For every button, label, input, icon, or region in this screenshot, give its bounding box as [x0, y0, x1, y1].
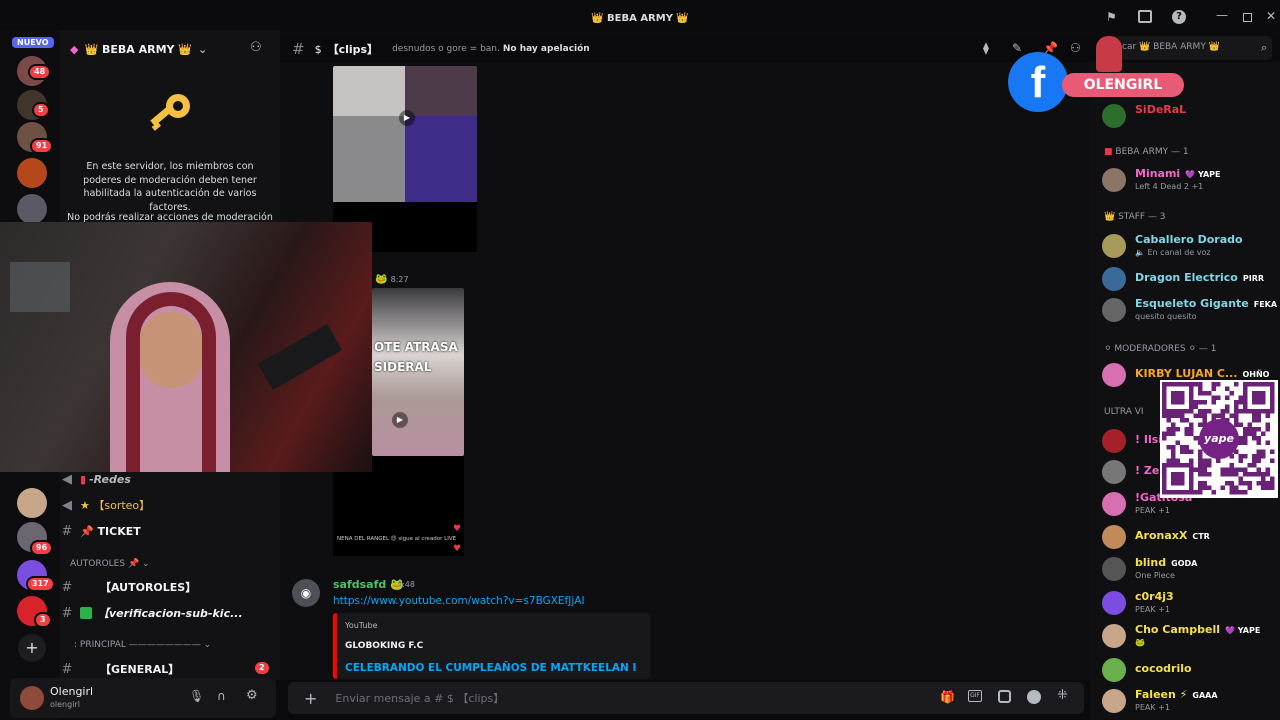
inbox-icon[interactable]: ⚑	[1106, 10, 1117, 24]
maximize-button[interactable]	[1243, 13, 1252, 22]
user-panel	[10, 678, 276, 718]
channel-name: 【clips】	[327, 43, 379, 56]
message-input[interactable]: + Enviar mensaje a # $ 【clips】	[288, 682, 1084, 714]
member-item[interactable]: blind GODA One Piece	[1102, 554, 1280, 584]
emoji-icon[interactable]	[1027, 690, 1041, 704]
member-item[interactable]: c0r4j3 PEAK +1	[1102, 588, 1280, 618]
channel-ticket[interactable]: # 📌 TICKET	[60, 520, 280, 542]
embed-title[interactable]: CELEBRANDO EL CUMPLEAÑOS DE MATTKEELAN I	[345, 662, 636, 674]
headphones-icon[interactable]: ∩	[217, 689, 226, 703]
threads-icon[interactable]: ⧫	[983, 41, 989, 55]
member-list-icon[interactable]: ⚇	[1070, 41, 1081, 55]
role-group-header: 👑 STAFF — 3	[1104, 212, 1166, 222]
server-header[interactable]: ◆ 👑 BEBA ARMY 👑 ⌄	[60, 36, 280, 62]
microphone-icon[interactable]: 🎙	[189, 689, 204, 703]
video-attachment-2[interactable]: OTE ATRASA SIDERAL ▶	[372, 288, 464, 456]
search-input[interactable]: car 👑 BEBA ARMY 👑	[1112, 36, 1272, 60]
minimize-button[interactable]: —	[1216, 8, 1228, 22]
category-autoroles[interactable]: AUTOROLES 📌 ⌄	[70, 559, 150, 569]
msg-timestamp: 8:48	[397, 580, 415, 589]
role-group-header: ⚪ MODERADORES ⚪ — 1	[1104, 344, 1217, 354]
unread-badge: 96	[30, 540, 54, 556]
member-item[interactable]: Faleen ⚡ GAAA PEAK +1	[1102, 686, 1280, 716]
channel-autoroles[interactable]: # 【AUTOROLES】	[60, 576, 280, 598]
member-item[interactable]: Esqueleto Gigante FEKA quesito quesito	[1102, 295, 1280, 325]
server-icon[interactable]	[17, 158, 47, 188]
megaphone-icon: ◀	[62, 497, 72, 513]
chevron-down-icon: ⌄	[198, 42, 208, 56]
server-icon[interactable]	[17, 194, 47, 224]
msg-header-1: 🐸 8:27	[375, 274, 409, 285]
hash-icon: #	[61, 579, 73, 595]
webcam-overlay	[0, 222, 372, 472]
add-attachment-icon[interactable]: +	[304, 689, 317, 708]
member-item[interactable]: Dragon Electrico PIRR	[1102, 264, 1280, 294]
gif-icon[interactable]: GIF	[968, 690, 982, 702]
server-name: 👑 BEBA ARMY 👑	[84, 42, 193, 56]
avatar[interactable]: ◉	[292, 579, 320, 607]
msg-author[interactable]: safdsafd 🐸	[333, 578, 404, 591]
sticker-icon[interactable]	[998, 690, 1011, 703]
unread-badge: 91	[30, 138, 54, 154]
member-item[interactable]: cocodrilo	[1102, 655, 1280, 685]
link-embed: YouTube GLOBOKING F.C CELEBRANDO EL CUMP…	[333, 613, 650, 679]
unread-badge: 317	[26, 576, 55, 592]
unread-badge: 5	[32, 102, 50, 118]
member-item[interactable]: AronaxX CTR	[1102, 522, 1280, 552]
overlay-username: OLENGIRL	[1062, 73, 1184, 97]
unread-badge: 2	[255, 662, 269, 674]
hash-icon: #	[61, 661, 73, 677]
server-icon[interactable]	[17, 488, 47, 518]
member-item[interactable]: Minami 💜 YAPE Left 4 Dead 2 +1	[1102, 165, 1280, 195]
gift-icon[interactable]: 🎁	[940, 690, 955, 704]
boost-icon: ◆	[70, 42, 79, 56]
gear-icon[interactable]: ⚙	[246, 688, 258, 703]
facebook-icon: f	[1008, 52, 1068, 112]
user-username: olengirl	[50, 700, 80, 709]
channel-general[interactable]: # 【GENERAL】	[60, 658, 280, 680]
avatar[interactable]	[20, 686, 44, 710]
add-member-icon[interactable]: ⚇	[250, 40, 262, 55]
channel-topic-bold: No hay apelación	[502, 44, 590, 54]
channel-sorteo[interactable]: ◀ ★ 【sorteo】	[60, 494, 280, 516]
user-display-name: Olengirl	[50, 685, 94, 698]
play-icon[interactable]: ▶	[399, 110, 415, 126]
apps-icon[interactable]: ⁜	[1057, 688, 1068, 703]
member-item[interactable]: Caballero Dorado 🔈 En canal de voz	[1102, 231, 1280, 261]
window-title: 👑 BEBA ARMY 👑	[591, 12, 689, 24]
key-icon	[140, 86, 200, 146]
yape-logo: yape	[1199, 419, 1239, 459]
hash-icon: #	[61, 605, 73, 621]
category-principal[interactable]: : PRINCIPAL ———————— ⌄	[74, 640, 211, 650]
checkmark-icon	[80, 607, 92, 619]
download-icon[interactable]	[1138, 10, 1152, 23]
channel-topic: desnudos o gore = ban.	[392, 44, 500, 54]
mfa-notice: En este servidor, los miembros con poder…	[83, 161, 257, 213]
new-badge: NUEVO	[12, 37, 54, 48]
close-button[interactable]: ✕	[1266, 9, 1276, 23]
member-item[interactable]: SiDeRaL	[1102, 101, 1280, 131]
unread-badge: 3	[34, 612, 52, 628]
hash-icon: #	[292, 40, 305, 58]
play-icon[interactable]: ▶	[392, 412, 408, 428]
role-group-header: ■ BEBA ARMY — 1	[1104, 147, 1189, 157]
unread-badge: 48	[28, 64, 52, 80]
role-group-header: ULTRA VI	[1104, 407, 1144, 417]
member-item[interactable]: Cho Campbell 💜 YAPE 🐸	[1102, 621, 1280, 651]
hash-icon: #	[61, 523, 73, 539]
anime-girl-logo	[1096, 36, 1122, 72]
bell-off-icon[interactable]: ✎	[1012, 41, 1022, 55]
search-icon[interactable]: ⌕	[1261, 41, 1267, 55]
add-server-icon[interactable]: +	[18, 634, 46, 662]
megaphone-icon: ◀	[62, 471, 72, 487]
channel-verificacion[interactable]: # 【verificacion-sub-kic...	[60, 602, 280, 624]
help-icon[interactable]: ?	[1172, 10, 1186, 24]
channel-header: # $ 【clips】 desnudos o gore = ban. No ha…	[292, 40, 590, 58]
msg-link[interactable]: https://www.youtube.com/watch?v=s7BGXEfJ…	[333, 595, 585, 607]
